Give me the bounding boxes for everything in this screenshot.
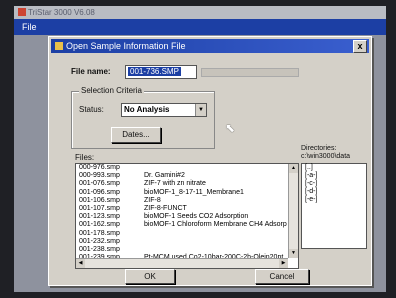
files-vertical-scrollbar[interactable]: ▲ ▼ — [288, 164, 298, 258]
app-menubar: File — [14, 19, 386, 35]
scroll-down-icon[interactable]: ▼ — [289, 249, 298, 258]
file-name: 000-976.smp — [79, 164, 120, 171]
file-name: 001-076.smp — [79, 180, 120, 188]
monitor-screen: TriStar 3000 V6.08 File Open Sample Info… — [14, 6, 386, 292]
file-row[interactable]: 001-178.smp — [76, 230, 298, 238]
file-row[interactable]: 001-238.smp — [76, 246, 298, 254]
file-name-input[interactable]: 001-736.SMP — [125, 65, 197, 79]
status-value: No Analysis — [124, 105, 170, 114]
status-select[interactable]: No Analysis ▼ — [121, 103, 207, 117]
file-name: 001-106.smp — [79, 196, 120, 204]
scroll-left-icon[interactable]: ◀ — [76, 259, 85, 268]
file-row[interactable]: 001-076.smp ZIF-7 with zn nitrate — [76, 180, 298, 188]
scroll-up-icon[interactable]: ▲ — [289, 164, 298, 173]
file-name: 001-096.smp — [79, 188, 120, 196]
directory-item[interactable]: [-d-] — [302, 188, 366, 196]
file-name: 001-178.smp — [79, 229, 120, 237]
file-description: ZIF-8-FUNCT — [144, 204, 187, 212]
menu-file[interactable]: File — [22, 22, 37, 32]
file-row[interactable]: 001-232.smp — [76, 238, 298, 246]
app-icon — [18, 8, 26, 16]
file-description: ZIF-7 with zn nitrate — [144, 180, 206, 188]
directory-item[interactable]: [..] — [302, 164, 366, 172]
file-description: bioMOF-1 Chloroform Membrane CH4 Adsorp — [144, 221, 287, 229]
file-name-label: File name: — [71, 67, 111, 76]
directories-list[interactable]: [..] [-a-] [-c-] [-d-] [-e-] — [301, 163, 367, 249]
file-name-value: 001-736.SMP — [128, 67, 181, 76]
file-name: 001-232.smp — [79, 237, 120, 245]
status-label: Status: — [79, 105, 104, 114]
app-title: TriStar 3000 V6.08 — [28, 8, 95, 17]
file-description: bioMOF-1_8-17-11_Membrane1 — [144, 188, 244, 196]
file-name: 000-993.smp — [79, 172, 120, 180]
app-titlebar: TriStar 3000 V6.08 — [14, 6, 386, 19]
file-row[interactable]: 000-993.smp Dr. Gamini#2 — [76, 172, 298, 180]
file-row[interactable]: 001-107.smp ZIF-8-FUNCT — [76, 205, 298, 213]
ok-button[interactable]: OK — [125, 269, 175, 284]
files-list[interactable]: 000-976.smp 000-993.smp Dr. Gamini#2 001-… — [75, 163, 299, 269]
mouse-pointer-icon: ⬉ — [225, 121, 236, 135]
cancel-button[interactable]: Cancel — [255, 269, 309, 284]
dialog-title: Open Sample Information File — [66, 41, 186, 51]
selection-criteria-label: Selection Criteria — [79, 86, 144, 95]
file-description: bioMOF-1 Seeds CO2 Adsorption — [144, 213, 249, 221]
file-name: 001-238.smp — [79, 245, 120, 253]
file-row[interactable]: 001-096.smp bioMOF-1_8-17-11_Membrane1 — [76, 189, 298, 197]
directory-item[interactable]: [-a-] — [302, 172, 366, 180]
file-description: ZIF-8 — [144, 196, 161, 204]
file-name: 001-162.smp — [79, 221, 120, 229]
chevron-down-icon[interactable]: ▼ — [195, 104, 206, 116]
file-row[interactable]: 001-123.smp bioMOF-1 Seeds CO2 Adsorption — [76, 213, 298, 221]
close-button[interactable]: x — [353, 40, 367, 53]
file-row[interactable]: 000-976.smp — [76, 164, 298, 172]
directories-label: Directories: c:\win3000\data — [301, 145, 350, 161]
path-bar — [201, 68, 299, 77]
directory-item[interactable]: [-c-] — [302, 180, 366, 188]
dialog-icon — [55, 42, 63, 50]
scroll-right-icon[interactable]: ▶ — [279, 259, 288, 268]
dialog-titlebar: Open Sample Information File x — [51, 39, 369, 53]
files-label: Files: — [75, 153, 95, 162]
open-sample-dialog: Open Sample Information File x File name… — [48, 36, 372, 286]
files-horizontal-scrollbar[interactable]: ◀ ▶ — [76, 258, 288, 268]
directories-title: Directories: — [301, 145, 337, 152]
file-description: Dr. Gamini#2 — [144, 172, 185, 180]
file-name: 001-107.smp — [79, 204, 120, 212]
file-row[interactable]: 001-106.smp ZIF-8 — [76, 197, 298, 205]
directories-path: c:\win3000\data — [301, 153, 351, 160]
directory-item[interactable]: [-e-] — [302, 196, 366, 204]
file-row[interactable]: 001-162.smp bioMOF-1 Chloroform Membrane … — [76, 221, 298, 229]
file-name: 001-123.smp — [79, 213, 120, 221]
dates-button[interactable]: Dates... — [111, 127, 161, 143]
